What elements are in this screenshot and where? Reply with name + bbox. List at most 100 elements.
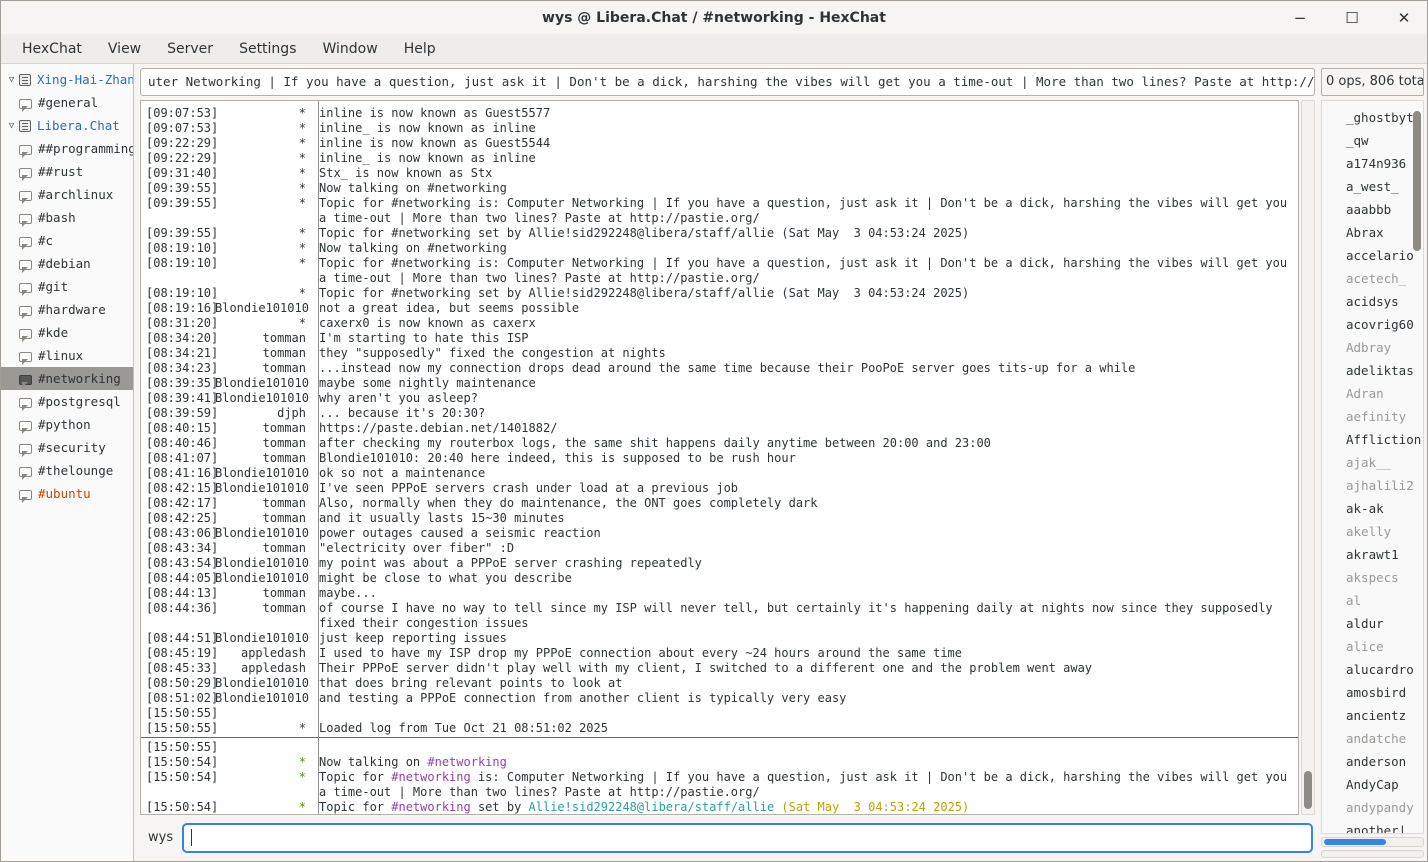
nicklist-item[interactable]: acidsys bbox=[1322, 290, 1423, 313]
channel-row-#archlinux[interactable]: #archlinux bbox=[1, 183, 133, 206]
chat-line: [09:39:55]*Now talking on #networking bbox=[141, 181, 1298, 196]
userlist-scrollbar-thumb[interactable] bbox=[1413, 111, 1421, 251]
channel-row-#git[interactable]: #git bbox=[1, 275, 133, 298]
userlist-hscrollbar[interactable] bbox=[1321, 837, 1424, 847]
chat-line: [15:50:54]*Topic for #networking is: Com… bbox=[141, 770, 1298, 800]
nicklist-item[interactable]: AndyCap bbox=[1322, 773, 1423, 796]
chat-bubble-icon bbox=[19, 168, 32, 178]
menu-item-hexchat[interactable]: HexChat bbox=[9, 37, 95, 61]
nicklist-item[interactable]: amosbird bbox=[1322, 681, 1423, 704]
nicklist-item[interactable]: anderson bbox=[1322, 750, 1423, 773]
tree-label: ##programming bbox=[38, 141, 133, 156]
topic-input[interactable]: uter Networking | If you have a question… bbox=[140, 68, 1315, 96]
chat-line: [15:50:55]*Loaded log from Tue Oct 21 08… bbox=[141, 721, 1298, 736]
tree-label: #hardware bbox=[38, 302, 106, 317]
channel-row-##rust[interactable]: ##rust bbox=[1, 160, 133, 183]
channel-row-#bash[interactable]: #bash bbox=[1, 206, 133, 229]
menu-item-help[interactable]: Help bbox=[391, 37, 449, 61]
nicklist-item[interactable]: adeliktas bbox=[1322, 359, 1423, 382]
own-nick-label[interactable]: wys bbox=[148, 830, 173, 845]
userlist-hscrollbar-thumb[interactable] bbox=[1324, 839, 1386, 845]
server-row-xing-hai-zhan[interactable]: ▽ Xing-Hai-Zhan bbox=[1, 68, 133, 91]
menu-item-settings[interactable]: Settings bbox=[226, 37, 309, 61]
nicklist-item[interactable]: Abrax bbox=[1322, 221, 1423, 244]
menu-item-server[interactable]: Server bbox=[154, 37, 226, 61]
server-icon bbox=[19, 120, 31, 132]
channel-row-#python[interactable]: #python bbox=[1, 413, 133, 436]
nicklist-item[interactable]: Adran bbox=[1322, 382, 1423, 405]
channel-row-#postgresql[interactable]: #postgresql bbox=[1, 390, 133, 413]
tree-expander-icon[interactable]: ▽ bbox=[4, 121, 19, 131]
nicklist-item[interactable]: _qw bbox=[1322, 129, 1423, 152]
nicklist-item[interactable]: alice bbox=[1322, 635, 1423, 658]
nicklist-item[interactable]: a174n936 bbox=[1322, 152, 1423, 175]
nicklist-item[interactable]: aldur bbox=[1322, 612, 1423, 635]
chat-line: [09:22:29]*inline_ is now known as inlin… bbox=[141, 151, 1298, 166]
minimize-icon[interactable]: − bbox=[1287, 5, 1313, 31]
chat-line: [09:39:55]*Topic for #networking set by … bbox=[141, 226, 1298, 241]
nicklist-item[interactable]: acovrig60 bbox=[1322, 313, 1423, 336]
chat-line: [08:34:21]tommanthey "supposedly" fixed … bbox=[141, 346, 1298, 361]
nicklist-item[interactable]: _ghostbyt bbox=[1322, 106, 1423, 129]
channel-row-#hardware[interactable]: #hardware bbox=[1, 298, 133, 321]
chat-line: [09:07:53]*inline is now known as Guest5… bbox=[141, 106, 1298, 121]
channel-row-#thelounge[interactable]: #thelounge bbox=[1, 459, 133, 482]
channel-row-#kde[interactable]: #kde bbox=[1, 321, 133, 344]
chat-timestamp: [09:39:55] bbox=[141, 181, 215, 196]
userlist-hscrollbar-track2[interactable] bbox=[1321, 850, 1424, 858]
channel-row-##programming[interactable]: ##programming bbox=[1, 137, 133, 160]
nicklist-item[interactable]: andatche bbox=[1322, 727, 1423, 750]
channel-row-#networking[interactable]: #networking bbox=[1, 367, 133, 390]
channel-row-#linux[interactable]: #linux bbox=[1, 344, 133, 367]
chat-message-text: that does bring relevant points to look … bbox=[313, 676, 1298, 691]
channel-row-#security[interactable]: #security bbox=[1, 436, 133, 459]
nicklist-item[interactable]: alucardro bbox=[1322, 658, 1423, 681]
chat-scrollbar-thumb[interactable] bbox=[1304, 771, 1312, 809]
chat-timestamp: [08:39:59] bbox=[141, 406, 215, 421]
maximize-icon[interactable]: ☐ bbox=[1339, 5, 1365, 31]
channel-row-#debian[interactable]: #debian bbox=[1, 252, 133, 275]
chat-lines: [09:07:53]*inline is now known as Guest5… bbox=[141, 106, 1298, 815]
chat-scrollbar[interactable] bbox=[1301, 100, 1315, 815]
nicklist-item[interactable]: Adbray bbox=[1322, 336, 1423, 359]
nicklist-item[interactable]: ancientz bbox=[1322, 704, 1423, 727]
chat-message-text: ... because it's 20:30? bbox=[313, 406, 1298, 421]
server-row-liberachat[interactable]: ▽Libera.Chat bbox=[1, 114, 133, 137]
chat-event-star: * bbox=[215, 800, 313, 815]
chat-event-star: * bbox=[215, 181, 313, 196]
chat-timestamp: [08:51:02] bbox=[141, 691, 215, 706]
nicklist-item[interactable]: aefinity bbox=[1322, 405, 1423, 428]
nicklist-item[interactable]: aaabbb bbox=[1322, 198, 1423, 221]
nicklist-item[interactable]: ajhalili2 bbox=[1322, 474, 1423, 497]
nicklist-item[interactable]: accelario bbox=[1322, 244, 1423, 267]
tree-expander-icon[interactable]: ▽ bbox=[4, 75, 19, 85]
nicklist-item[interactable]: al bbox=[1322, 589, 1423, 612]
message-input[interactable] bbox=[182, 823, 1313, 853]
menu-item-window[interactable]: Window bbox=[309, 37, 390, 61]
nicklist-item[interactable]: akelly bbox=[1322, 520, 1423, 543]
nicklist-item[interactable]: akrawt1 bbox=[1322, 543, 1423, 566]
channel-row-#general[interactable]: #general bbox=[1, 91, 133, 114]
menu-item-view[interactable]: View bbox=[95, 37, 154, 61]
tree-label: #general bbox=[38, 95, 98, 110]
channel-row-#ubuntu[interactable]: #ubuntu bbox=[1, 482, 133, 505]
chat-message-text: why aren't you asleep? bbox=[313, 391, 1298, 406]
nicklist-item[interactable]: andypandy bbox=[1322, 796, 1423, 819]
close-icon[interactable]: ✕ bbox=[1391, 5, 1417, 31]
tree-label: #c bbox=[38, 233, 53, 248]
tree-label: Xing-Hai-Zhan bbox=[37, 72, 133, 87]
nicklist-item[interactable]: a_west_ bbox=[1322, 175, 1423, 198]
chat-timestamp: [15:50:55] bbox=[141, 740, 215, 755]
nicklist-item[interactable]: ak-ak bbox=[1322, 497, 1423, 520]
nicklist-item[interactable]: acetech_ bbox=[1322, 267, 1423, 290]
chat-event-star: * bbox=[215, 721, 313, 736]
channel-row-#c[interactable]: #c bbox=[1, 229, 133, 252]
chat-event-star: * bbox=[215, 755, 313, 770]
nicklist-item[interactable]: another| bbox=[1322, 819, 1423, 834]
nicklist-item[interactable]: ajak__ bbox=[1322, 451, 1423, 474]
userlist-header: 0 ops, 806 total bbox=[1321, 68, 1424, 96]
nicklist-item[interactable]: Affliction bbox=[1322, 428, 1423, 451]
chat-message-text: "electricity over fiber" :D bbox=[313, 541, 1298, 556]
nicklist-item[interactable]: akspecs bbox=[1322, 566, 1423, 589]
chat-line: [08:19:10]*Topic for #networking set by … bbox=[141, 286, 1298, 301]
